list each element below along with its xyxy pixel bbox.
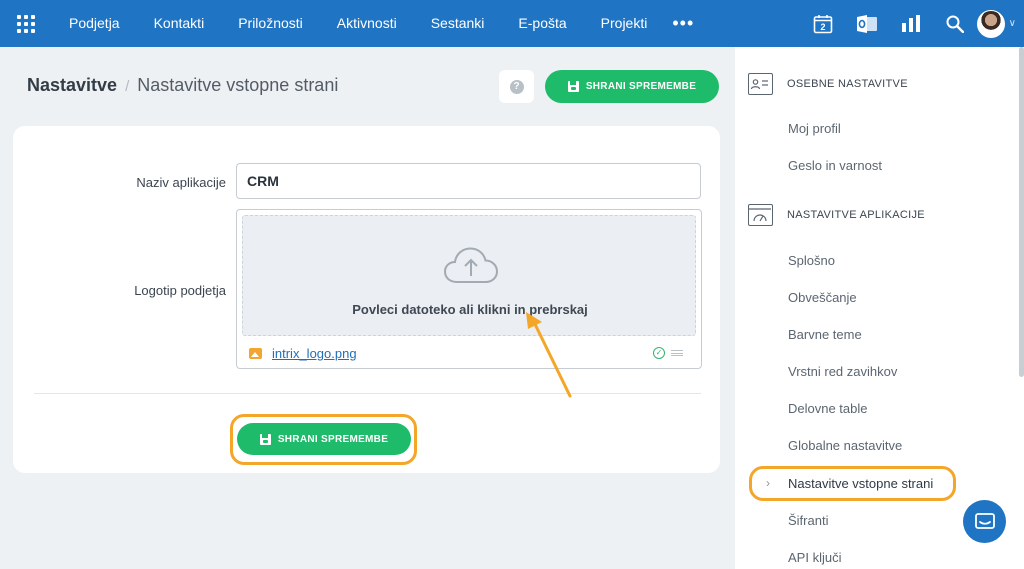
sidebar-item-dashboards[interactable]: Delovne table (788, 401, 868, 416)
breadcrumb-separator: / (125, 78, 130, 95)
nav-item-sestanki[interactable]: Sestanki (414, 0, 502, 47)
sidebar-item-tab-order[interactable]: Vrstni red zavihkov (788, 364, 897, 379)
chevron-down-icon[interactable]: ∨ (1009, 18, 1016, 29)
nav-item-kontakti[interactable]: Kontakti (137, 0, 222, 47)
save-button-label: SHRANI SPREMEMBE (277, 433, 389, 445)
apps-grid-icon[interactable] (0, 0, 52, 47)
help-button[interactable]: ? (499, 70, 534, 103)
logo-label: Logotip podjetja (134, 283, 226, 298)
file-dropzone[interactable]: Povleci datoteko ali klikni in prebrskaj (242, 215, 696, 336)
check-circle-icon: ✓ (653, 347, 665, 359)
search-icon[interactable] (933, 0, 977, 47)
dropzone-text: Povleci datoteko ali klikni in prebrskaj (352, 302, 588, 317)
top-navigation-bar: Podjetja Kontakti Priložnosti Aktivnosti… (0, 0, 1024, 47)
help-icon: ? (509, 79, 524, 94)
more-menu-icon[interactable]: ••• (664, 0, 702, 47)
divider (34, 393, 701, 394)
chat-launcher-button[interactable] (963, 500, 1006, 543)
section-title-app: NASTAVITVE APLIKACIJE (787, 209, 925, 221)
sidebar-item-password-security[interactable]: Geslo in varnost (788, 158, 882, 173)
sidebar-item-api-keys[interactable]: API ključi (788, 550, 841, 565)
floppy-disk-icon (567, 81, 579, 92)
page-title: Nastavitve vstopne strani (137, 75, 339, 95)
sidebar-item-color-themes[interactable]: Barvne teme (788, 327, 862, 342)
calendar-icon[interactable]: 2 (801, 0, 845, 47)
drag-handle-icon[interactable] (671, 350, 683, 356)
app-name-label: Naziv aplikacije (136, 175, 226, 190)
nav-item-podjetja[interactable]: Podjetja (52, 0, 137, 47)
cloud-upload-icon (443, 247, 499, 283)
sidebar-item-general[interactable]: Splošno (788, 253, 835, 268)
section-app-settings: NASTAVITVE APLIKACIJE (748, 204, 925, 226)
app-name-input[interactable] (236, 163, 701, 199)
sidebar-item-landing-page-settings[interactable]: Nastavitve vstopne strani (788, 476, 933, 491)
nav-item-aktivnosti[interactable]: Aktivnosti (320, 0, 414, 47)
avatar[interactable] (976, 9, 1005, 38)
uploaded-file-row: intrix_logo.png ✓ (249, 346, 689, 362)
save-button-bottom[interactable]: SHRANI SPREMEMBE (237, 423, 411, 455)
main-nav: Podjetja Kontakti Priložnosti Aktivnosti… (52, 0, 702, 47)
browser-gauge-icon (748, 204, 773, 226)
uploaded-file-link[interactable]: intrix_logo.png (272, 346, 357, 361)
breadcrumb: Nastavitve / Nastavitve vstopne strani (27, 75, 338, 96)
sidebar-item-codebooks[interactable]: Šifranti (788, 513, 828, 528)
floppy-disk-icon (259, 433, 271, 445)
calendar-day: 2 (820, 22, 825, 32)
breadcrumb-settings[interactable]: Nastavitve (27, 75, 117, 96)
outlook-icon[interactable] (845, 0, 889, 47)
logo-upload: Povleci datoteko ali klikni in prebrskaj… (236, 209, 702, 369)
nav-item-projekti[interactable]: Projekti (584, 0, 665, 47)
save-button-label: SHRANI SPREMEMBE (585, 81, 697, 92)
top-right-tools: 2 ∨ (801, 0, 1024, 47)
sidebar-item-global-settings[interactable]: Globalne nastavitve (788, 438, 902, 453)
id-card-icon (748, 73, 773, 95)
nav-item-eposta[interactable]: E-pošta (501, 0, 583, 47)
reports-icon[interactable] (889, 0, 933, 47)
annotation-arrow-icon (526, 312, 572, 398)
image-file-icon (249, 348, 262, 359)
chevron-right-icon: › (766, 476, 770, 490)
sidebar-item-profile[interactable]: Moj profil (788, 121, 841, 136)
chat-icon (974, 512, 995, 529)
sidebar-item-notifications[interactable]: Obveščanje (788, 290, 857, 305)
section-personal-settings: OSEBNE NASTAVITVE (748, 73, 908, 95)
sidebar-scrollbar[interactable] (1019, 47, 1024, 377)
save-button-top[interactable]: SHRANI SPREMEMBE (545, 70, 719, 103)
section-title-personal: OSEBNE NASTAVITVE (787, 78, 908, 90)
nav-item-priloznosti[interactable]: Priložnosti (221, 0, 320, 47)
settings-sidebar: OSEBNE NASTAVITVE Moj profil Geslo in va… (735, 47, 1024, 569)
